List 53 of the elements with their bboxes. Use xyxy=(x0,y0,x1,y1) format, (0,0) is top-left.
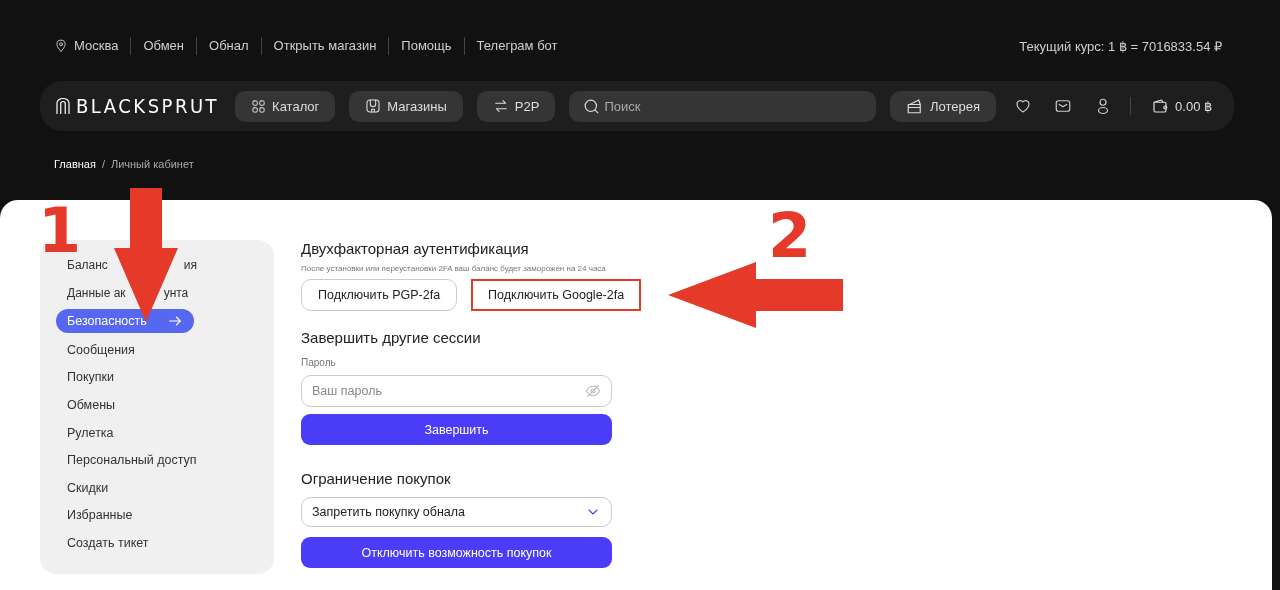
label-fragment: унта xyxy=(163,285,189,300)
nav-link[interactable]: Обнал xyxy=(209,37,249,55)
eye-off-icon xyxy=(585,383,601,399)
section-title: Завершить другие сессии xyxy=(301,329,482,346)
end-sessions-button[interactable]: Завершить xyxy=(301,414,612,445)
warning-note: После установки или переустановки 2FA ваш баланс будет заморожен на 24 часа xyxy=(301,264,607,273)
connect-button[interactable]: Подключить Google-2fa xyxy=(471,279,642,311)
connect-button[interactable]: Подключить PGP-2fa xyxy=(301,279,458,311)
location-pin-icon xyxy=(54,39,68,53)
nav-link[interactable]: Москва xyxy=(74,37,119,55)
logo-text[interactable]: BLACKSPRUT xyxy=(76,94,220,118)
breadcrumb-link[interactable]: Главная xyxy=(54,158,96,170)
sidebar-item[interactable]: Безопасность xyxy=(56,309,194,334)
sidebar-item[interactable]: Рулетка xyxy=(56,421,125,444)
sidebar-item[interactable]: Баланс xyxy=(56,254,108,276)
nav-link[interactable]: Помощь xyxy=(401,37,452,55)
heart-icon xyxy=(1014,97,1033,115)
breadcrumb-separator: / xyxy=(101,158,105,170)
dropdown[interactable]: Запретить покупку обнала xyxy=(301,497,612,527)
sidebar-item[interactable]: Покупки xyxy=(56,366,125,389)
sidebar-item[interactable]: Избранные xyxy=(56,504,144,527)
nav-button[interactable]: P2P xyxy=(476,90,556,122)
envelope-icon xyxy=(1054,97,1073,115)
nav-link[interactable]: Открыть магазин xyxy=(273,37,377,55)
swap-icon xyxy=(492,98,509,114)
nav-link[interactable]: Обмен xyxy=(143,37,184,55)
shop-icon xyxy=(365,98,382,114)
breadcrumb-link[interactable]: Личный кабинет xyxy=(110,158,194,170)
wallet-icon xyxy=(1151,97,1170,115)
label-fragment: ия xyxy=(183,258,198,272)
exchange-rate: Текущий курс: 1 ฿ = 7016833.54 ₽ xyxy=(1019,38,1222,54)
sidebar-item[interactable]: Скидки xyxy=(56,476,120,499)
section-title: Двухфакторная аутентификация xyxy=(301,240,530,257)
disable-purchases-button[interactable]: Отключить возможность покупок xyxy=(301,537,612,568)
password-field[interactable]: Ваш пароль xyxy=(301,375,612,407)
grid-icon xyxy=(251,98,267,114)
wallet-balance[interactable]: 0.00 ฿ xyxy=(1145,96,1218,116)
field-label: Пароль xyxy=(301,357,337,368)
password-input[interactable]: Ваш пароль xyxy=(312,376,585,406)
nav-button[interactable]: Каталог xyxy=(235,90,336,122)
search-input[interactable]: Поиск xyxy=(604,90,863,122)
sidebar-item[interactable]: Обмены xyxy=(56,393,127,416)
step-number: 2 xyxy=(768,205,812,267)
sidebar-item[interactable]: Сообщения xyxy=(56,338,146,361)
sidebar-item[interactable]: Создать тикет xyxy=(56,531,160,554)
sidebar-item[interactable]: Персональный доступ xyxy=(56,449,208,472)
section-title: Ограничение покупок xyxy=(301,470,452,487)
search-icon xyxy=(583,97,601,115)
nav-button[interactable]: Магазины xyxy=(349,90,463,122)
search-bar[interactable]: Поиск xyxy=(569,90,877,122)
sidebar-item[interactable]: Данные ак xyxy=(56,281,126,304)
nav-link[interactable]: Телеграм бот xyxy=(476,37,558,55)
lottery-button[interactable]: Лотерея xyxy=(890,90,997,122)
